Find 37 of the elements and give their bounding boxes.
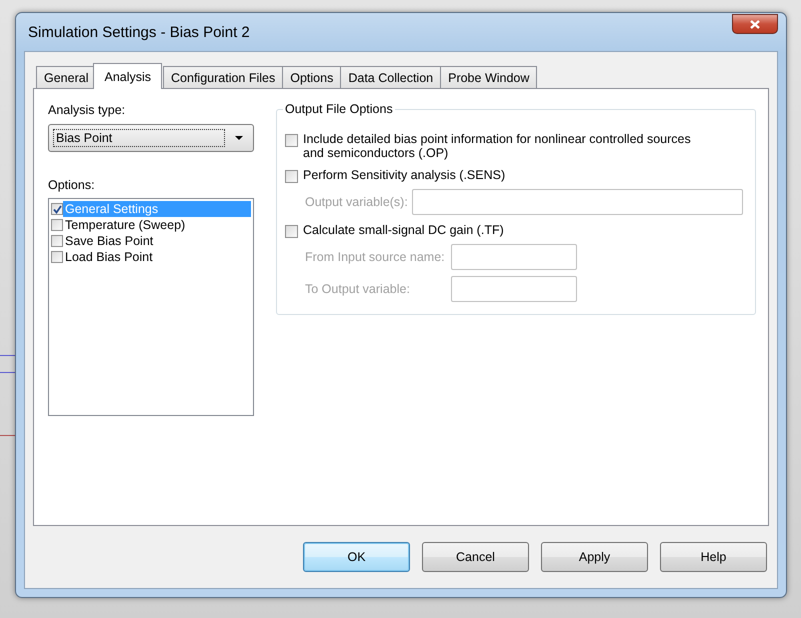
field-label: Output variable(s): — [305, 195, 408, 209]
checkbox[interactable] — [51, 251, 63, 263]
analysis-type-dropdown[interactable]: Bias Point — [48, 124, 254, 152]
group-title: Output File Options — [283, 102, 395, 116]
checkbox[interactable] — [51, 203, 63, 215]
checkbox[interactable] — [285, 225, 298, 238]
input-field[interactable] — [451, 276, 577, 302]
checkbox-label: Calculate small-signal DC gain (.TF) — [303, 223, 504, 237]
dialog-button[interactable]: Apply — [541, 542, 648, 572]
checkbox-label: Perform Sensitivity analysis (.SENS) — [303, 168, 506, 182]
tab[interactable]: Options — [282, 66, 342, 88]
options-label: Options: — [48, 178, 96, 192]
checkbox[interactable] — [285, 170, 298, 183]
dropdown-value: Bias Point — [53, 129, 225, 147]
dialog-button[interactable]: OK — [303, 542, 410, 572]
list-item[interactable]: Save Bias Point — [63, 233, 156, 249]
list-item[interactable]: Load Bias Point — [63, 249, 155, 265]
tab[interactable]: Configuration Files — [163, 66, 284, 88]
input-field[interactable] — [412, 189, 743, 215]
checkbox[interactable] — [51, 235, 63, 247]
analysis-type-label: Analysis type: — [48, 103, 126, 117]
input-field[interactable] — [451, 244, 577, 270]
caret-icon — [235, 136, 243, 140]
dialog-button[interactable]: Help — [660, 542, 767, 572]
checkbox[interactable] — [285, 134, 298, 147]
tab[interactable]: Data Collection — [340, 66, 442, 88]
field-label: To Output variable: — [305, 282, 411, 296]
window-title: Simulation Settings - Bias Point 2 — [27, 24, 250, 40]
close-icon — [750, 20, 760, 28]
tab[interactable]: Analysis — [93, 63, 162, 89]
list-item[interactable]: Temperature (Sweep) — [63, 217, 188, 233]
field-label: From Input source name: — [305, 250, 446, 264]
checkbox[interactable] — [51, 219, 63, 231]
tab[interactable]: Probe Window — [440, 66, 538, 88]
dialog-button[interactable]: Cancel — [422, 542, 529, 572]
close-button[interactable] — [732, 14, 778, 34]
checkbox-label: Include detailed bias point information for nonlinear controlled sources and semiconductors (.OP) — [303, 132, 692, 160]
